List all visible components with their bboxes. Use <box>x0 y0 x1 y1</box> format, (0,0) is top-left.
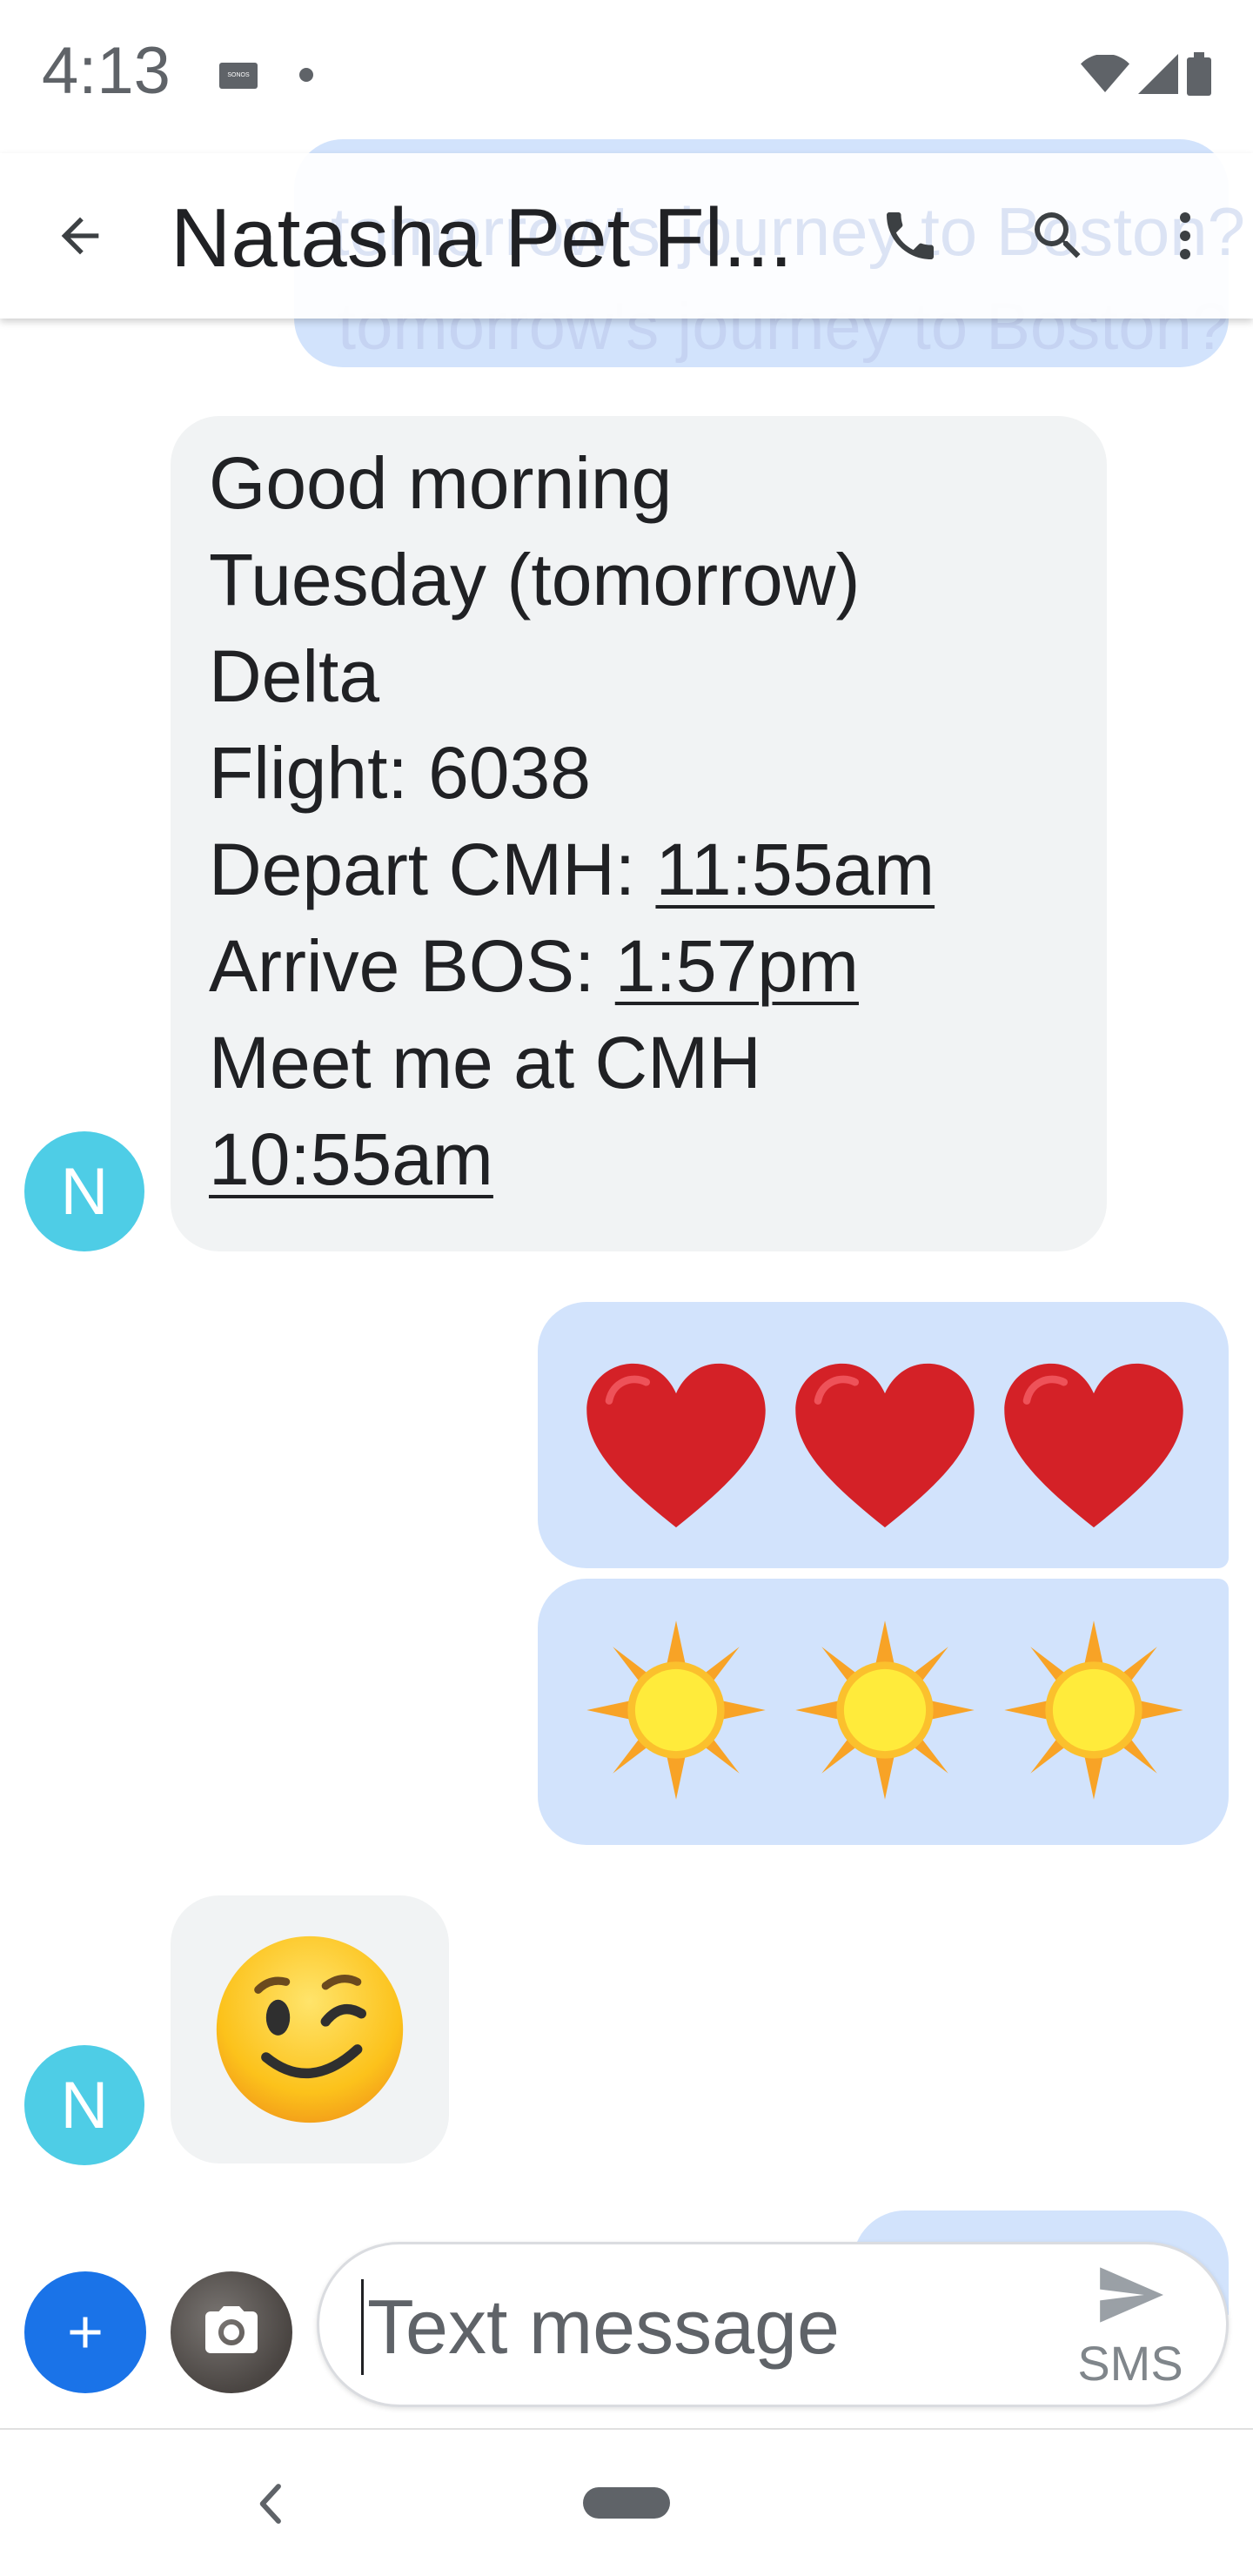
more-options-button[interactable] <box>1150 201 1220 271</box>
system-navigation-bar <box>0 2430 1253 2576</box>
sun-icon <box>795 1620 975 1800</box>
compose-field-container: SMS <box>317 2242 1229 2407</box>
wifi-icon <box>1081 55 1129 92</box>
message-input[interactable] <box>361 2279 1022 2375</box>
message-line: 10:55am <box>209 1111 935 1208</box>
message-line: Arrive BOS: 1:57pm <box>209 918 935 1015</box>
message-text: Good morning Tuesday (tomorrow) Delta Fl… <box>209 435 935 1208</box>
arrive-time-link[interactable]: 1:57pm <box>615 925 859 1007</box>
camera-button[interactable] <box>171 2271 292 2393</box>
send-button[interactable]: SMS <box>1061 2267 1200 2391</box>
signal-icon <box>1138 54 1178 94</box>
send-mode-label: SMS <box>1077 2336 1183 2391</box>
red-heart-icon <box>1004 1363 1183 1528</box>
camera-icon <box>205 2306 258 2353</box>
incoming-message-bubble[interactable] <box>171 1895 449 2163</box>
message-line: Good morning <box>209 442 673 524</box>
outgoing-message-bubble[interactable] <box>538 1302 1229 1568</box>
status-icons <box>1081 52 1211 96</box>
outgoing-message-bubble[interactable] <box>538 1579 1229 1845</box>
add-icon <box>70 2317 101 2348</box>
back-arrow-icon <box>61 217 99 255</box>
contact-avatar[interactable]: N <box>24 1131 144 1251</box>
search-icon <box>1035 212 1081 258</box>
meet-time-link[interactable]: 10:55am <box>209 1118 493 1200</box>
search-button[interactable] <box>1023 201 1093 271</box>
conversation-title[interactable]: Natasha Pet Fl... <box>171 186 832 291</box>
more-vert-icon <box>1180 212 1190 259</box>
message-line: Flight: 6038 <box>209 732 591 814</box>
emoji-row <box>583 1359 1187 1532</box>
nav-home-pill[interactable] <box>583 2487 670 2519</box>
message-line: Depart CMH: 11:55am <box>209 822 935 918</box>
emoji-row <box>583 1617 1187 1803</box>
conversation-app-bar: tomorrow's journey to Boston? Natasha Pe… <box>0 153 1253 319</box>
add-attachment-button[interactable] <box>24 2271 146 2393</box>
phone-icon <box>887 212 934 259</box>
sonos-notification-icon: SONOS <box>219 63 258 89</box>
red-heart-icon <box>586 1363 766 1528</box>
battery-icon <box>1187 52 1211 96</box>
incoming-message-bubble[interactable]: Good morning Tuesday (tomorrow) Delta Fl… <box>171 416 1107 1251</box>
contact-avatar[interactable]: N <box>24 2045 144 2165</box>
send-icon <box>1100 2267 1163 2323</box>
sun-icon <box>586 1620 766 1800</box>
winking-face-icon <box>216 1935 404 2123</box>
status-bar: 4:13 SONOS <box>0 0 1253 153</box>
message-line: Tuesday (tomorrow) <box>209 539 861 621</box>
red-heart-icon <box>795 1363 975 1528</box>
call-button[interactable] <box>875 201 945 271</box>
message-line: Delta <box>209 635 380 717</box>
message-line: Meet me at CMH <box>209 1022 761 1104</box>
back-button[interactable] <box>45 201 115 271</box>
depart-time-link[interactable]: 11:55am <box>655 828 935 910</box>
depart-label: Depart CMH: <box>209 828 656 910</box>
notification-dot-icon <box>299 68 313 82</box>
status-time: 4:13 <box>42 34 171 108</box>
sun-icon <box>1004 1620 1183 1800</box>
nav-back-icon[interactable] <box>252 2482 287 2526</box>
arrive-label: Arrive BOS: <box>209 925 615 1007</box>
